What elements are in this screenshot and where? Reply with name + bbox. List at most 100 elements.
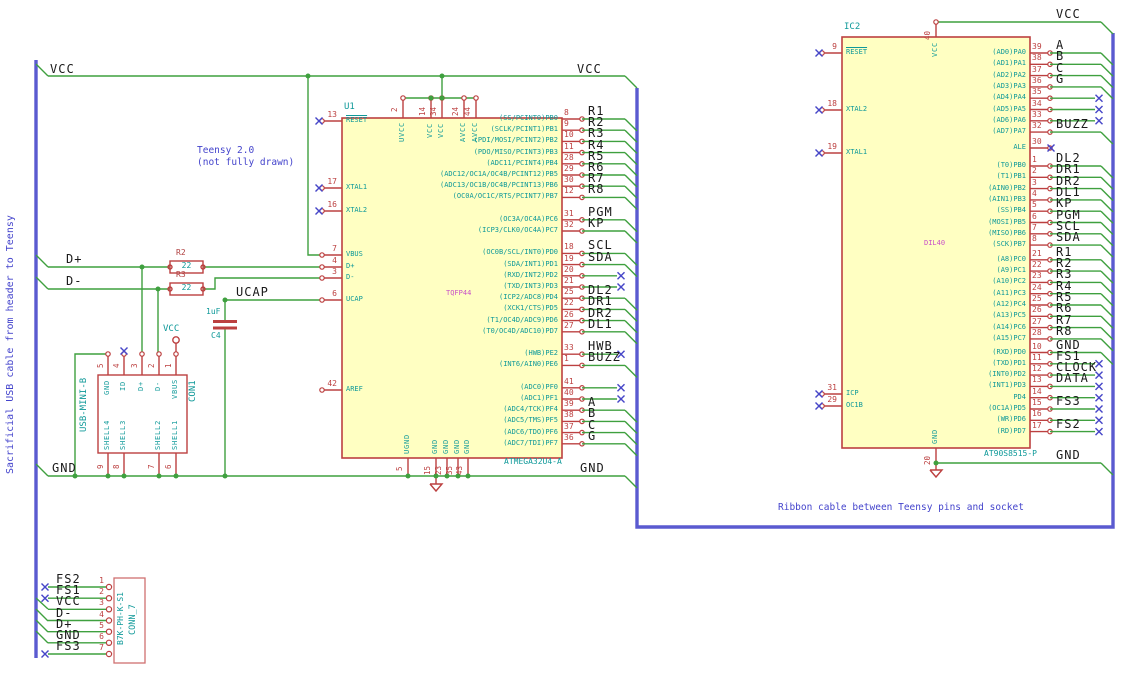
- teensy-annotation-line1: Teensy 2.0: [197, 145, 255, 156]
- net-label: G: [588, 428, 597, 443]
- pin-number: 1: [164, 363, 173, 368]
- pin-name: (INT6/AIN0)PE6: [498, 360, 558, 369]
- pin-number: 31: [564, 208, 574, 218]
- pin-name: SHELL4: [103, 419, 111, 450]
- pin-number: 14: [1032, 386, 1042, 396]
- pin-number: 4: [1032, 188, 1037, 198]
- pin-name: (MOSI)PB5: [988, 217, 1026, 226]
- pin-number: 5: [96, 363, 105, 368]
- pin-name: (ADC11/PCINT4)PB4: [486, 158, 558, 167]
- pin-name: ALE: [1013, 143, 1026, 151]
- r2-value: 22: [181, 261, 192, 270]
- pin-name: (HWB)PE2: [524, 349, 558, 358]
- pin-name: (ADC5/TMS)PF5: [503, 416, 558, 425]
- pin-name: SHELL2: [154, 419, 162, 450]
- pin-number: 25: [1032, 294, 1042, 303]
- pin-number: 35: [1032, 87, 1042, 97]
- pin-number: 32: [564, 220, 574, 229]
- pin-number: 28: [1032, 327, 1042, 337]
- pin-number: 7: [147, 464, 156, 469]
- pin-number: 38: [564, 410, 574, 420]
- pin-name: AVCC: [459, 121, 467, 142]
- c4-plate-bottom: [213, 326, 237, 330]
- pin-number: 28: [564, 152, 574, 162]
- pin-number: 40: [564, 388, 574, 397]
- pin-number: 6: [164, 464, 173, 469]
- pin-number: 37: [564, 421, 574, 431]
- pin-name: (A12)PC4: [992, 300, 1026, 308]
- pin-number: 25: [564, 287, 574, 297]
- pin-name: UVCC: [398, 121, 406, 142]
- pin-number: 2: [1032, 166, 1037, 176]
- pin-number: 42: [327, 379, 337, 388]
- pin-number: 32: [1032, 121, 1042, 131]
- pin-name: VCC: [931, 41, 939, 57]
- pin-number: 10: [564, 130, 574, 140]
- pin-number: 5: [395, 466, 404, 471]
- net-label: SDA: [588, 249, 613, 264]
- pin-number: 26: [1032, 305, 1042, 315]
- pin-name: (AD7)PA7: [992, 127, 1026, 136]
- pin-number: 12: [564, 186, 574, 196]
- pin-name: (T1)PB1: [996, 172, 1026, 181]
- pin-number: 9: [832, 42, 837, 51]
- net-label: BUZZ: [1056, 117, 1089, 132]
- pin-number: 6: [1032, 211, 1037, 221]
- r3-value: 22: [181, 283, 192, 292]
- pin-name: (ADC0)PF0: [520, 382, 558, 391]
- pin-name: (AD4)PA4: [992, 93, 1026, 102]
- pin-name: (MISO)PB6: [988, 228, 1026, 237]
- net-label: FS3: [1056, 394, 1081, 408]
- net-label: FS3: [56, 639, 81, 653]
- pin-number: 24: [451, 106, 460, 116]
- pin-name: (T0)PB0: [996, 161, 1026, 169]
- pin-name: ICP: [846, 389, 859, 397]
- net-label-dplus: D+: [66, 252, 83, 266]
- pin-name: (T0/OC4D/ADC10)PD7: [482, 326, 558, 335]
- pin-name: (A8)PC0: [996, 254, 1026, 263]
- c4-plate-top[interactable]: [213, 320, 237, 323]
- pin-number: 38: [1032, 53, 1042, 63]
- pin-name: XTAL2: [846, 105, 868, 113]
- vcc-power-symbol: [172, 336, 180, 344]
- pin-number: 1: [564, 354, 569, 364]
- pin-number: 44: [463, 106, 472, 116]
- pin-name: (WR)PD6: [996, 415, 1026, 424]
- pin-name: (T1/OC4D/ADC9)PD6: [486, 315, 558, 324]
- pin-number: 41: [564, 376, 574, 386]
- pin-number: 15: [1032, 398, 1042, 407]
- pin-number: 40: [923, 30, 932, 40]
- pin-number: 13: [327, 110, 337, 119]
- net-label-vcc: VCC: [1056, 7, 1081, 21]
- pin-name: (INT0)PD2: [988, 370, 1026, 379]
- pin-name: (OC3A/OC4A)PC6: [498, 214, 558, 223]
- net-label: R8: [1056, 323, 1073, 338]
- net-label-ucap: UCAP: [236, 285, 269, 299]
- pin-name: VCC: [437, 122, 445, 138]
- pin-number: 9: [564, 119, 569, 129]
- pin-number: 24: [1032, 282, 1042, 292]
- pin-number: 22: [564, 298, 574, 308]
- r2-reference: R2: [176, 248, 186, 257]
- pin-name: (A14)PC6: [992, 322, 1026, 331]
- ic2-reference: IC2: [844, 22, 861, 32]
- pin-number: 15: [423, 465, 432, 475]
- pin-number: 3: [332, 267, 337, 276]
- net-label-vcc: VCC: [50, 62, 75, 76]
- pin-name: (SCK)PB7: [992, 240, 1026, 249]
- teensy-annotation-line2: (not fully drawn): [197, 157, 295, 168]
- pin-number: 9: [96, 464, 105, 469]
- pin-number: 18: [827, 99, 837, 108]
- pin-name: (ADC4/TCK)PF4: [503, 405, 558, 414]
- u1-value: ATMEGA32U4-A: [504, 457, 562, 466]
- pin-number: 37: [1032, 64, 1042, 74]
- pin-name: UCAP: [346, 295, 363, 303]
- pin-name: (SDA/INT1)PD1: [503, 259, 558, 268]
- pin-number: 23: [434, 465, 443, 475]
- net-label-gnd: GND: [1056, 448, 1081, 462]
- conn7-reference: CONN_7: [128, 604, 138, 635]
- pin-number: 2: [147, 363, 156, 368]
- pin-name: (AD2)PA2: [992, 70, 1026, 79]
- pin-number: 39: [1032, 42, 1042, 51]
- pin-number: 18: [564, 242, 574, 252]
